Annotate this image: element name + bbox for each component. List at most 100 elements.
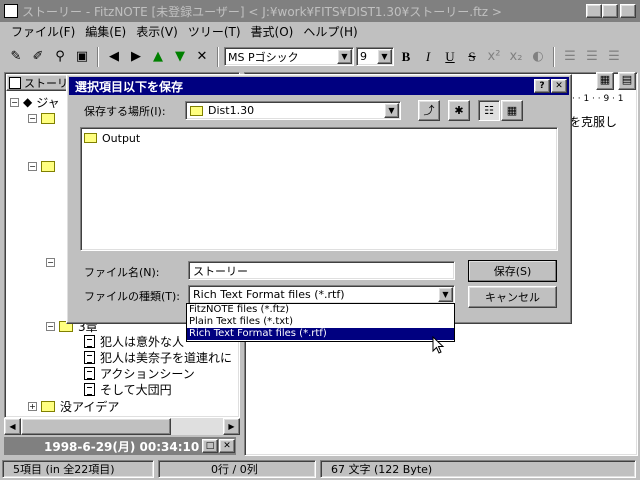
tree-view-icon[interactable]: ▦ (596, 72, 614, 90)
document-view-icon[interactable]: ▤ (618, 72, 636, 90)
move-right-icon[interactable]: ▶ (126, 47, 146, 67)
filename-value: ストーリー (193, 264, 248, 278)
collapse-icon[interactable]: − (46, 321, 55, 331)
restore-icon[interactable]: □ (202, 439, 218, 453)
move-down-icon[interactable]: ▼ (170, 47, 190, 67)
edit-item-icon[interactable]: ✐ (28, 47, 48, 67)
tree-root-label: ジャ (36, 95, 60, 110)
save-in-value: Dist1.30 (208, 104, 255, 117)
bold-button[interactable]: B (396, 47, 416, 67)
menu-format[interactable]: 書式(O) (246, 23, 299, 40)
save-button[interactable]: 保存(S) (468, 260, 557, 282)
collapse-icon[interactable]: − (10, 97, 19, 107)
superscript-icon[interactable]: x² (484, 47, 504, 67)
filetype-option-txt[interactable]: Plain Text files (*.txt) (187, 316, 454, 328)
menu-help[interactable]: ヘルプ(H) (298, 23, 362, 40)
tree-item-label: アクションシーン (100, 366, 195, 381)
new-item-icon[interactable]: ✎ (6, 47, 26, 67)
size-select-value: 9 (360, 50, 367, 63)
strike-button[interactable]: S (462, 47, 482, 67)
tree-folder-row[interactable]: − (28, 110, 60, 126)
color-icon[interactable]: ◐ (528, 47, 548, 67)
menu-file[interactable]: ファイル(F) (6, 23, 80, 40)
filetype-dropdown-list: FitzNOTE files (*.ftz) Plain Text files … (186, 303, 455, 342)
collapse-icon[interactable]: − (28, 161, 37, 171)
align-right-icon[interactable]: ☰ (604, 47, 624, 67)
menu-edit[interactable]: 編集(E) (80, 23, 131, 40)
editor-text: を克服し (569, 115, 618, 129)
align-left-icon[interactable]: ☰ (560, 47, 580, 67)
scroll-right-icon[interactable]: ▶ (223, 418, 240, 435)
underline-button[interactable]: U (440, 47, 460, 67)
tree-folder-row[interactable]: − (46, 254, 59, 270)
dialog-close-button[interactable]: ✕ (551, 79, 567, 93)
filetype-option-ftz[interactable]: FitzNOTE files (*.ftz) (187, 304, 454, 316)
tree-item[interactable]: 犯人は美奈子を道連れに (84, 349, 232, 365)
move-up-icon[interactable]: ▲ (148, 47, 168, 67)
tree-root[interactable]: − ◆ ジャ (10, 94, 60, 110)
status-chars: 67 文字 (122 Byte) (320, 460, 636, 478)
tree-item-label: 犯人は美奈子を道連れに (100, 350, 233, 365)
font-select-value: MS Pゴシック (228, 50, 299, 64)
menu-view[interactable]: 表示(V) (131, 23, 183, 40)
statusbar: 5項目 (in 全22項目) 0行 / 0列 67 文字 (122 Byte) (0, 458, 640, 480)
chevron-down-icon[interactable]: ▼ (377, 49, 392, 64)
folder-open-icon (41, 112, 55, 124)
italic-button[interactable]: I (418, 47, 438, 67)
help-button[interactable]: ? (534, 79, 550, 93)
chevron-down-icon[interactable]: ▼ (337, 49, 352, 64)
details-view-icon[interactable]: ▦ (501, 100, 523, 121)
folder-item[interactable]: Output (84, 130, 140, 146)
scroll-thumb[interactable] (21, 418, 171, 435)
tree-item[interactable]: そして大団円 (84, 381, 172, 397)
tree-header-label: ストーリ (24, 76, 68, 90)
collapse-icon[interactable]: − (46, 257, 55, 267)
menu-tree[interactable]: ツリー(T) (183, 23, 246, 40)
save-in-select[interactable]: Dist1.30 ▼ (185, 101, 401, 120)
align-center-icon[interactable]: ☰ (582, 47, 602, 67)
diamond-icon: ◆ (23, 95, 33, 109)
font-select[interactable]: MS Pゴシック ▼ (224, 47, 354, 66)
date-status: 1998-6-29(月) 00:34:10 □ ✕ (4, 437, 236, 455)
expand-icon[interactable]: + (28, 401, 37, 411)
up-folder-icon[interactable]: ⤴ (418, 100, 440, 121)
tree-item-label: 没アイデア (60, 399, 120, 414)
delete-icon[interactable]: ✕ (192, 47, 212, 67)
filetype-option-rtf[interactable]: Rich Text Format files (*.rtf) (187, 328, 454, 340)
filetype-value: Rich Text Format files (*.rtf) (193, 288, 345, 301)
folder-icon (41, 400, 55, 412)
scroll-left-icon[interactable]: ◀ (4, 418, 21, 435)
close-icon[interactable]: ✕ (219, 439, 235, 453)
bookmark-icon[interactable]: ▣ (72, 47, 92, 67)
ruler: · · 1 · · 9 · 1 (572, 94, 624, 104)
new-folder-icon[interactable]: ✱ (448, 100, 470, 121)
mouse-cursor-icon (432, 336, 445, 354)
tree-horizontal-scrollbar[interactable]: ◀ ▶ (4, 418, 240, 435)
filetype-select[interactable]: Rich Text Format files (*.rtf) ▼ (188, 285, 455, 304)
tree-item[interactable]: アクションシーン (84, 365, 195, 381)
chevron-down-icon[interactable]: ▼ (438, 287, 453, 302)
tree-item-unused-ideas[interactable]: + 没アイデア (28, 398, 119, 414)
tree-item-label: 犯人は意外な人 (100, 334, 185, 349)
list-view-icon[interactable]: ☷ (478, 100, 500, 121)
filename-input[interactable]: ストーリー (188, 261, 455, 280)
status-items: 5項目 (in 全22項目) (2, 460, 154, 478)
folder-open-icon (190, 105, 203, 116)
find-icon[interactable]: ⚲ (50, 47, 70, 67)
folder-item-label: Output (102, 131, 141, 145)
collapse-icon[interactable]: − (28, 113, 37, 123)
file-list[interactable]: Output (80, 127, 558, 251)
cancel-button[interactable]: キャンセル (468, 286, 557, 308)
folder-icon (84, 133, 97, 143)
move-left-icon[interactable]: ◀ (104, 47, 124, 67)
story-icon (9, 76, 21, 89)
maximize-button[interactable]: □ (602, 4, 618, 18)
size-select[interactable]: 9 ▼ (356, 47, 394, 66)
subscript-icon[interactable]: x₂ (506, 47, 526, 67)
tree-item[interactable]: 犯人は意外な人 (84, 333, 184, 349)
chevron-down-icon[interactable]: ▼ (384, 103, 399, 118)
tree-folder-row[interactable]: − (28, 158, 60, 174)
minimize-button[interactable]: _ (586, 4, 602, 18)
document-icon (84, 366, 95, 380)
close-button[interactable]: ✕ (620, 4, 636, 18)
